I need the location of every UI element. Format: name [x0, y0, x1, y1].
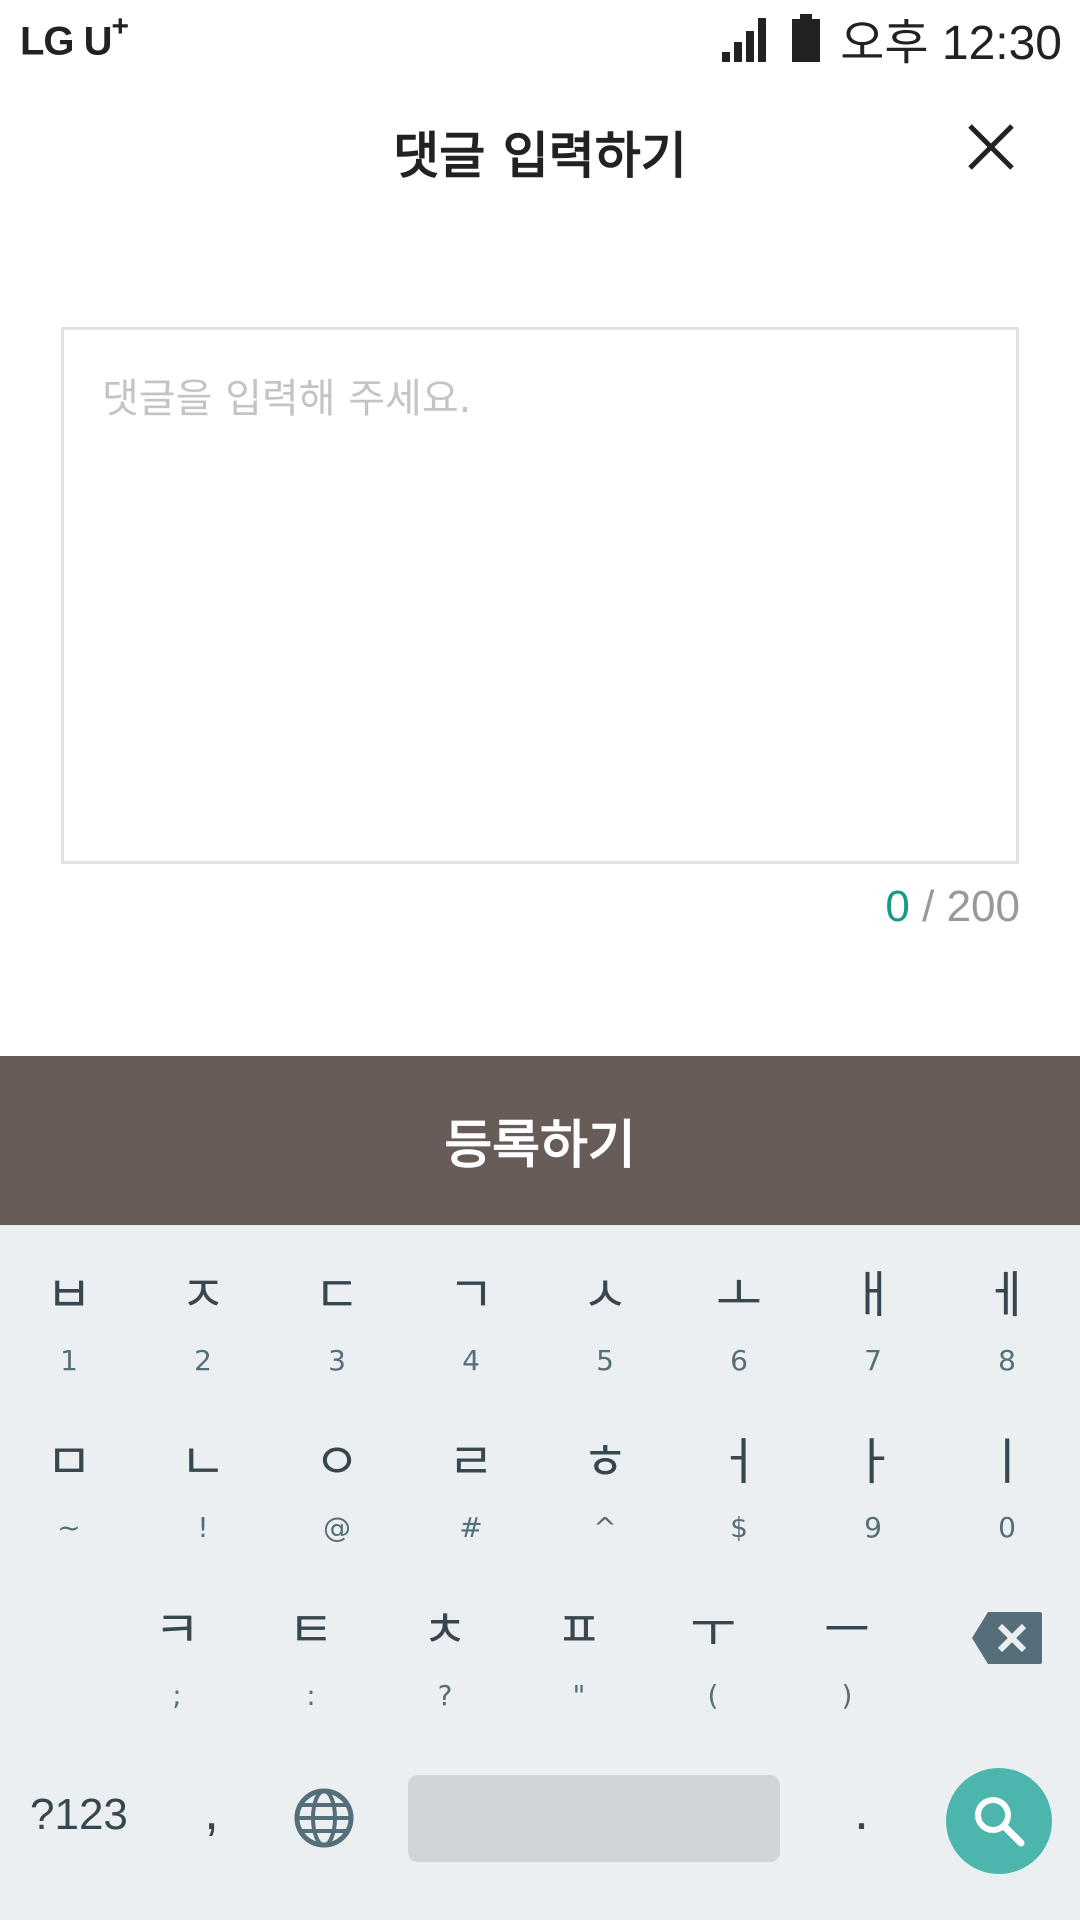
key-ae[interactable]: ㅐ7 — [806, 1265, 940, 1379]
key-k[interactable]: ㅋ; — [110, 1600, 244, 1714]
comma-key[interactable]: , — [204, 1780, 219, 1842]
backspace-key[interactable] — [940, 1610, 1074, 1666]
battery-icon — [792, 14, 821, 62]
carrier-logo: LG U+ — [20, 10, 129, 64]
key-j[interactable]: ㅈ2 — [136, 1265, 270, 1379]
signal-icon — [722, 18, 767, 62]
close-icon — [968, 124, 1014, 170]
symbols-key[interactable]: ?123 — [30, 1790, 128, 1840]
key-g[interactable]: ㄱ4 — [404, 1265, 538, 1379]
clock: 오후 12:30 — [840, 17, 1062, 70]
search-icon — [975, 1797, 1025, 1847]
submit-button[interactable]: 등록하기 — [0, 1056, 1080, 1225]
key-u[interactable]: ㅜ( — [646, 1600, 780, 1714]
key-eu[interactable]: ㅡ) — [780, 1600, 914, 1714]
char-count: 0 — [885, 882, 910, 931]
key-h[interactable]: ㅎ ^ — [538, 1432, 672, 1546]
language-key[interactable] — [292, 1786, 356, 1850]
key-a[interactable]: ㅏ9 — [806, 1432, 940, 1546]
key-i[interactable]: ㅣ0 — [940, 1432, 1074, 1546]
key-ng[interactable]: ㅇ @ — [270, 1432, 404, 1546]
key-m[interactable]: ㅁ ~ — [2, 1432, 136, 1546]
char-max: / 200 — [922, 882, 1020, 931]
key-e[interactable]: ㅔ8 — [940, 1265, 1074, 1379]
key-r[interactable]: ㄹ # — [404, 1432, 538, 1546]
period-key[interactable]: . — [854, 1780, 869, 1842]
key-n[interactable]: ㄴ! — [136, 1432, 270, 1546]
close-button[interactable] — [956, 112, 1026, 182]
key-s[interactable]: ㅅ5 — [538, 1265, 672, 1379]
backspace-icon — [972, 1612, 1042, 1664]
key-t[interactable]: ㅌ: — [244, 1600, 378, 1714]
comment-input[interactable] — [64, 330, 1016, 861]
header: 댓글 입력하기 — [0, 76, 1080, 226]
globe-icon — [294, 1788, 354, 1848]
char-counter: 0 / 200 — [885, 882, 1020, 932]
key-d[interactable]: ㄷ3 — [270, 1265, 404, 1379]
search-key[interactable] — [946, 1768, 1052, 1874]
key-b[interactable]: ㅂ1 — [2, 1265, 136, 1379]
key-p[interactable]: ㅍ " — [512, 1600, 646, 1714]
key-o[interactable]: ㅗ6 — [672, 1265, 806, 1379]
key-eo[interactable]: ㅓ $ — [672, 1432, 806, 1546]
page-title: 댓글 입력하기 — [393, 127, 687, 185]
status-bar: LG U+ 오후 12:30 — [0, 0, 1080, 76]
comment-box — [61, 327, 1019, 864]
space-key[interactable] — [408, 1775, 780, 1862]
key-ch[interactable]: ㅊ? — [378, 1600, 512, 1714]
